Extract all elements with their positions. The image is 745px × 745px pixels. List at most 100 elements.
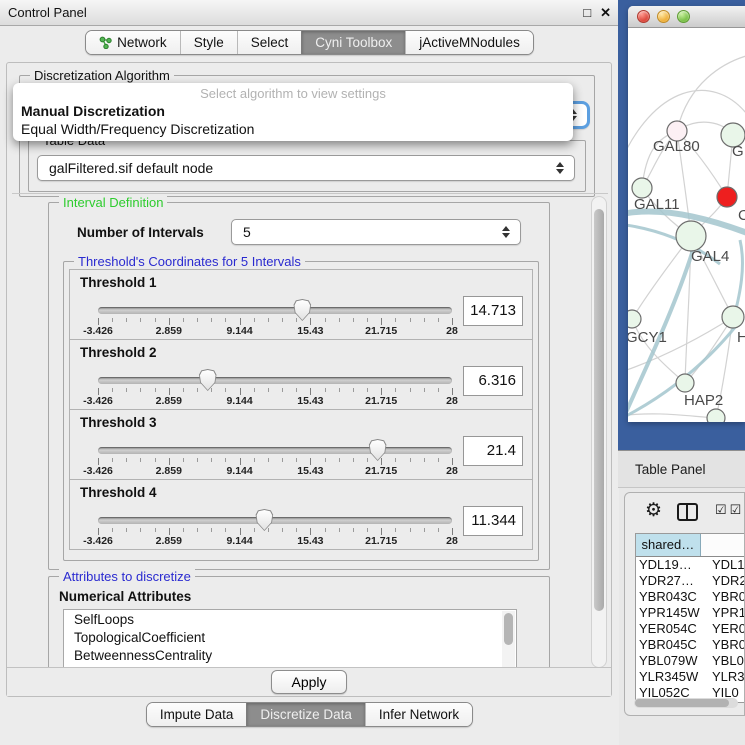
network-node-label: GAL80 [653, 138, 700, 155]
tick-mark [395, 388, 396, 392]
tab-network[interactable]: Network [86, 31, 180, 54]
dropdown-item-manual-discretization[interactable]: Manual Discretization [13, 102, 573, 120]
table-row[interactable]: YBR045CYBR0 [636, 637, 745, 653]
tick-mark [169, 388, 170, 395]
close-icon[interactable]: ✕ [600, 0, 611, 26]
cell-shared-name: YBL079W [636, 653, 708, 669]
network-canvas[interactable]: GAL80GCGAL11GAL4GCY1HHAP2 [628, 28, 745, 422]
tick-mark [438, 318, 439, 322]
network-node-label: C [738, 207, 745, 224]
threshold-panel: Threshold 2-3.4262.8599.14415.4321.71528… [69, 339, 533, 410]
attribute-item[interactable]: TopologicalCoefficient [64, 628, 516, 646]
table-row[interactable]: YPR145WYPR1 [636, 605, 745, 621]
tick-mark [438, 528, 439, 532]
tick-mark [381, 458, 382, 465]
scale-label: 21.715 [365, 325, 397, 337]
number-of-intervals-combobox[interactable]: 5 [231, 219, 521, 245]
table-row[interactable]: YLR345WYLR3 [636, 669, 745, 685]
tab-discretize-data[interactable]: Discretize Data [246, 703, 365, 726]
table-header-row: shared… n [636, 534, 745, 557]
slider-track[interactable] [98, 447, 452, 454]
apply-button[interactable]: Apply [271, 670, 346, 694]
scale-label: 9.144 [226, 535, 252, 547]
control-panel-window: Control Panel □ ✕ Network Style Select [0, 0, 619, 745]
bottom-tab-bar: Impute Data Discretize Data Infer Networ… [0, 702, 619, 727]
tick-mark [211, 458, 212, 462]
tick-mark [438, 458, 439, 462]
tab-select[interactable]: Select [237, 31, 302, 54]
threshold-panel: Threshold 3-3.4262.8599.14415.4321.71528… [69, 409, 533, 480]
tick-mark [126, 528, 127, 532]
scale-label: 28 [446, 395, 458, 407]
dropdown-item-equal-width-frequency[interactable]: Equal Width/Frequency Discretization [13, 120, 573, 138]
tick-mark [424, 388, 425, 392]
checkbox-icons[interactable]: ☑☑ [715, 502, 744, 518]
tick-mark [296, 528, 297, 532]
table-row[interactable]: YDR27…YDR2 [636, 573, 745, 589]
tick-mark [112, 318, 113, 322]
panel-scrollbar[interactable] [591, 196, 607, 668]
top-tab-bar: Network Style Select Cyni Toolbox jActiv… [0, 30, 619, 55]
threshold-value-field[interactable]: 21.4 [463, 436, 523, 466]
threshold-value-field[interactable]: 11.344 [463, 506, 523, 536]
tab-jactivemnodules-label: jActiveMNodules [419, 35, 520, 50]
mac-close-icon[interactable] [637, 10, 650, 23]
split-view-icon[interactable] [677, 503, 698, 521]
gear-icon[interactable]: ⚙ [645, 499, 662, 522]
float-window-icon[interactable]: □ [583, 0, 591, 26]
table-row[interactable]: YBL079WYBL0 [636, 653, 745, 669]
tick-mark [353, 528, 354, 532]
cell-shared-name: YDR27… [636, 573, 708, 589]
scale-label: 28 [446, 535, 458, 547]
threshold-value-field[interactable]: 6.316 [463, 366, 523, 396]
tick-mark [225, 318, 226, 322]
tick-mark [112, 458, 113, 462]
tick-mark [126, 388, 127, 392]
tick-mark [254, 458, 255, 462]
tick-mark [367, 458, 368, 462]
number-of-intervals-value: 5 [243, 220, 251, 244]
tick-mark [268, 528, 269, 532]
tab-infer-network-label: Infer Network [379, 707, 459, 722]
tab-jactivemnodules[interactable]: jActiveMNodules [405, 31, 533, 54]
attribute-item[interactable]: BetweennessCentrality [64, 646, 516, 664]
tab-impute-data[interactable]: Impute Data [147, 703, 247, 726]
column-header-name[interactable]: n [701, 534, 745, 556]
slider-track[interactable] [98, 307, 452, 314]
column-header-shared[interactable]: shared… [636, 534, 701, 556]
tick-mark [112, 528, 113, 532]
table-horizontal-scrollbar[interactable] [634, 698, 738, 708]
slider-track[interactable] [98, 517, 452, 524]
slider-track[interactable] [98, 377, 452, 384]
table-row[interactable]: YBR043CYBR0 [636, 589, 745, 605]
numerical-attributes-list[interactable]: SelfLoopsTopologicalCoefficientBetweenne… [63, 609, 517, 669]
scale-label: 15.43 [297, 465, 323, 477]
thresholds-group: Threshold's Coordinates for 5 Intervals … [63, 261, 539, 561]
tick-mark [183, 528, 184, 532]
tab-infer-network[interactable]: Infer Network [365, 703, 472, 726]
tick-mark [310, 528, 311, 535]
tick-mark [367, 528, 368, 532]
network-node [717, 187, 737, 207]
tick-mark [197, 388, 198, 392]
tick-mark [424, 528, 425, 532]
tick-mark [296, 318, 297, 322]
cell-name: YDL1 [708, 557, 745, 573]
settings-scroll-area: Interval Definition Number of Intervals … [12, 193, 608, 669]
threshold-label: Threshold 1 [80, 275, 157, 290]
table-data-combobox[interactable]: galFiltered.sif default node [37, 155, 575, 181]
mac-minimize-icon[interactable] [657, 10, 670, 23]
tab-cyni-toolbox[interactable]: Cyni Toolbox [301, 31, 405, 54]
slider-thumb-face [256, 510, 273, 530]
threshold-value-field[interactable]: 14.713 [463, 296, 523, 326]
tab-style[interactable]: Style [180, 31, 237, 54]
network-node-label: HAP2 [684, 392, 723, 409]
table-row[interactable]: YDL19…YDL1 [636, 557, 745, 573]
tick-mark [98, 318, 99, 325]
algorithm-dropdown-popup: Select algorithm to view settings Manual… [13, 83, 573, 141]
table-row[interactable]: YER054CYER0 [636, 621, 745, 637]
mac-zoom-icon[interactable] [677, 10, 690, 23]
attribute-item[interactable]: SelfLoops [64, 610, 516, 628]
list-scrollbar[interactable] [502, 611, 515, 669]
tick-mark [282, 458, 283, 462]
